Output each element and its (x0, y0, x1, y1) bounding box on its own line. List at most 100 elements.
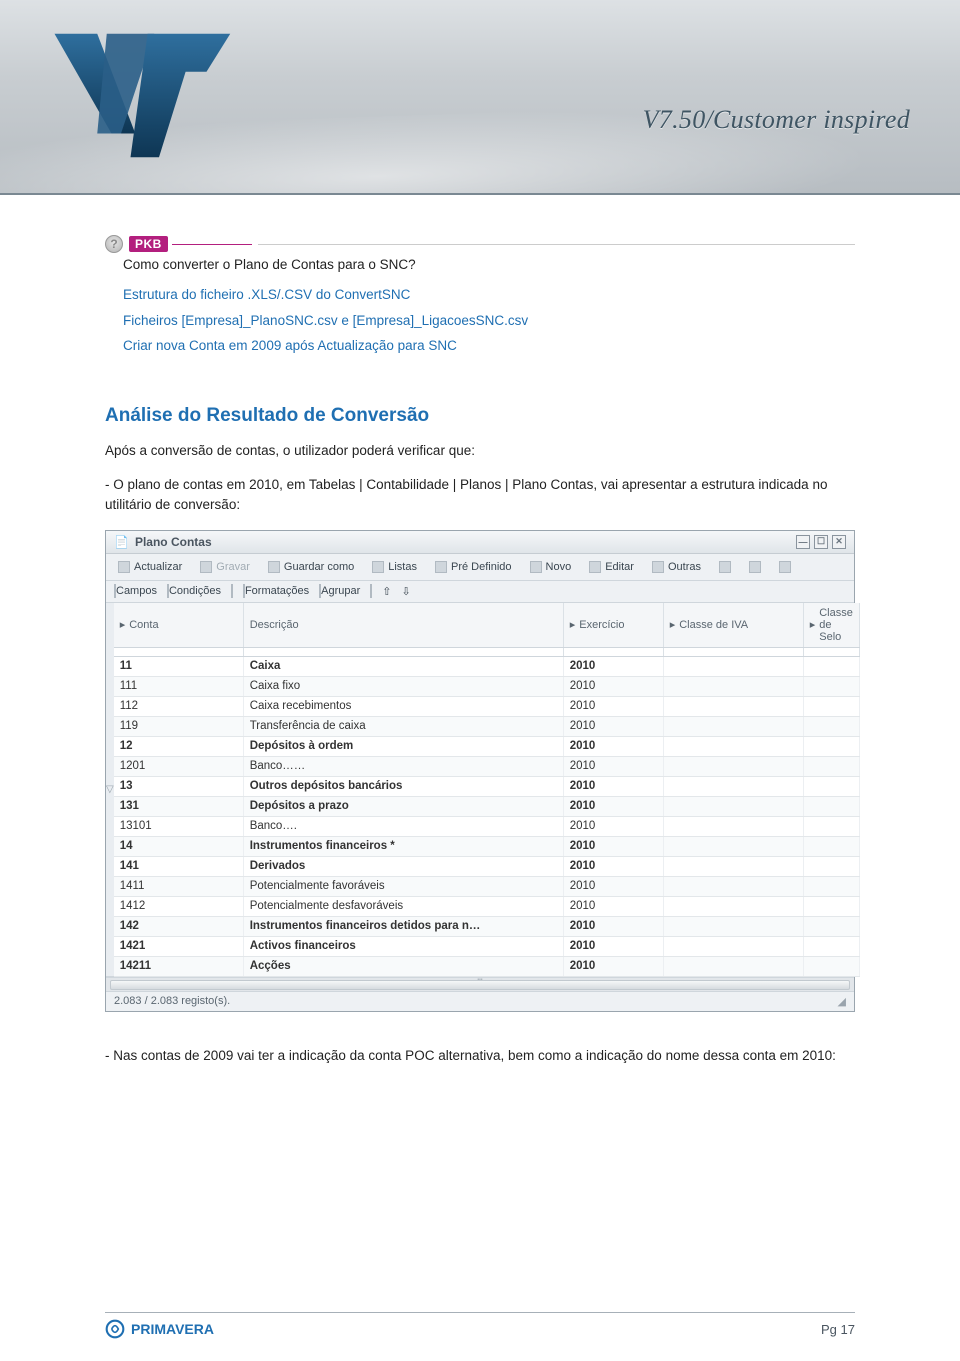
table-cell (804, 817, 860, 836)
toolbar-button[interactable]: Agrupar (319, 585, 360, 597)
scroll-thumb[interactable] (110, 980, 850, 990)
toolbar-button[interactable]: Formatações (243, 585, 309, 597)
toolbar-button[interactable] (745, 559, 765, 575)
print-icon (779, 561, 791, 573)
collapse-icon (370, 584, 372, 598)
toolbar-button[interactable] (231, 585, 233, 597)
table-cell: 14211 (114, 957, 244, 976)
table-cell (664, 957, 804, 976)
toolbar-button[interactable]: Pré Definido (431, 559, 516, 575)
maximize-button[interactable]: ☐ (814, 535, 828, 549)
filter-cell[interactable] (244, 648, 564, 656)
table-cell: Instrumentos financeiros * (244, 837, 564, 856)
table-row[interactable]: 11Caixa2010 (114, 657, 860, 677)
table-row[interactable]: 119Transferência de caixa2010 (114, 717, 860, 737)
column-header[interactable]: ▸ Conta (114, 603, 244, 647)
table-cell (804, 917, 860, 936)
export-icon (749, 561, 761, 573)
toolbar-button[interactable]: Editar (585, 559, 638, 575)
table-row[interactable]: 1421Activos financeiros2010 (114, 937, 860, 957)
table-row[interactable]: 142Instrumentos financeiros detidos para… (114, 917, 860, 937)
table-row[interactable]: 131Depósitos a prazo2010 (114, 797, 860, 817)
toolbar-button[interactable]: Listas (368, 559, 421, 575)
toolbar-button[interactable]: Campos (114, 585, 157, 597)
table-cell: 2010 (564, 857, 664, 876)
expand-button[interactable]: ⇧ (382, 585, 391, 598)
collapse-button[interactable] (370, 585, 372, 597)
table-cell: Derivados (244, 857, 564, 876)
window-title: Plano Contas (135, 535, 212, 549)
table-row[interactable]: 1411Potencialmente favoráveis2010 (114, 877, 860, 897)
table-cell (664, 757, 804, 776)
column-header[interactable]: ▸ Exercício (564, 603, 664, 647)
column-header[interactable]: ▸ Classe de IVA (664, 603, 804, 647)
table-cell: 13 (114, 777, 244, 796)
new-icon (530, 561, 542, 573)
edit-icon (589, 561, 601, 573)
window-titlebar: 📄 Plano Contas — ☐ ✕ (106, 531, 854, 554)
table-row[interactable]: 13101Banco….2010 (114, 817, 860, 837)
table-cell (664, 797, 804, 816)
table-cell: 2010 (564, 717, 664, 736)
table-cell (664, 917, 804, 936)
table-cell: 2010 (564, 757, 664, 776)
table-body: 11Caixa2010111Caixa fixo2010112Caixa rec… (114, 657, 860, 977)
paragraph: - Nas contas de 2009 vai ter a indicação… (105, 1046, 855, 1066)
toc-link[interactable]: Criar nova Conta em 2009 após Actualizaç… (123, 338, 457, 353)
table-cell: 2010 (564, 777, 664, 796)
table-cell: 2010 (564, 657, 664, 676)
wizard-icon (719, 561, 731, 573)
toolbar-button[interactable]: Guardar como (264, 559, 358, 575)
table-cell: 119 (114, 717, 244, 736)
contract-button[interactable]: ⇩ (402, 585, 411, 598)
table-row[interactable]: 112Caixa recebimentos2010 (114, 697, 860, 717)
info-icon: ? (105, 235, 123, 253)
table-row[interactable]: 12Depósitos à ordem2010 (114, 737, 860, 757)
table-cell (664, 897, 804, 916)
toc-link[interactable]: Estrutura do ficheiro .XLS/.CSV do Conve… (123, 287, 410, 302)
table-row[interactable]: 13Outros depósitos bancários2010 (114, 777, 860, 797)
resize-handle[interactable]: ◢ (838, 995, 846, 1008)
table-row[interactable]: 14211Acções2010 (114, 957, 860, 977)
toolbar-button[interactable]: Outras (648, 559, 705, 575)
tagline: V7.50/Customer inspired (643, 105, 910, 135)
toolbar-button: Gravar (196, 559, 254, 575)
toolbar-button[interactable]: Novo (526, 559, 576, 575)
table-row[interactable]: 1201Banco……2010 (114, 757, 860, 777)
table-cell: Potencialmente desfavoráveis (244, 897, 564, 916)
table-cell: Acções (244, 957, 564, 976)
table-cell (804, 897, 860, 916)
table-row[interactable]: 1412Potencialmente desfavoráveis2010 (114, 897, 860, 917)
table-cell: 2010 (564, 837, 664, 856)
filter-cell[interactable] (114, 648, 244, 656)
table-row[interactable]: 141Derivados2010 (114, 857, 860, 877)
table-cell: Banco…. (244, 817, 564, 836)
pkb-header: ? PKB (105, 235, 855, 253)
column-header[interactable]: ▸ Classe de Selo (804, 603, 860, 647)
table-row[interactable]: 14Instrumentos financeiros *2010 (114, 837, 860, 857)
close-button[interactable]: ✕ (832, 535, 846, 549)
filter-cell[interactable] (564, 648, 664, 656)
minimize-button[interactable]: — (796, 535, 810, 549)
header-banner: V7.50/Customer inspired (0, 0, 960, 195)
toolbar-button[interactable]: Condições (167, 585, 221, 597)
filter-cell[interactable] (664, 648, 804, 656)
list-icon (372, 561, 384, 573)
toc-link[interactable]: Ficheiros [Empresa]_PlanoSNC.csv e [Empr… (123, 313, 528, 328)
table-cell (804, 777, 860, 796)
column-header[interactable]: Descrição (244, 603, 564, 647)
table-cell (804, 837, 860, 856)
table-cell: 12 (114, 737, 244, 756)
doc-icon: 📄 (114, 535, 129, 549)
toolbar-button[interactable]: Actualizar (114, 559, 186, 575)
toolbar-button[interactable] (715, 559, 735, 575)
h-scrollbar[interactable]: Ⅲ (106, 977, 854, 991)
filter-cell[interactable] (804, 648, 860, 656)
other-icon (652, 561, 664, 573)
table-cell: Depósitos à ordem (244, 737, 564, 756)
table-cell: 1201 (114, 757, 244, 776)
app-window: 📄 Plano Contas — ☐ ✕ Actualizar Gravar G… (105, 530, 855, 1012)
table-cell (664, 677, 804, 696)
toolbar-button[interactable] (775, 559, 795, 575)
table-row[interactable]: 111Caixa fixo2010 (114, 677, 860, 697)
